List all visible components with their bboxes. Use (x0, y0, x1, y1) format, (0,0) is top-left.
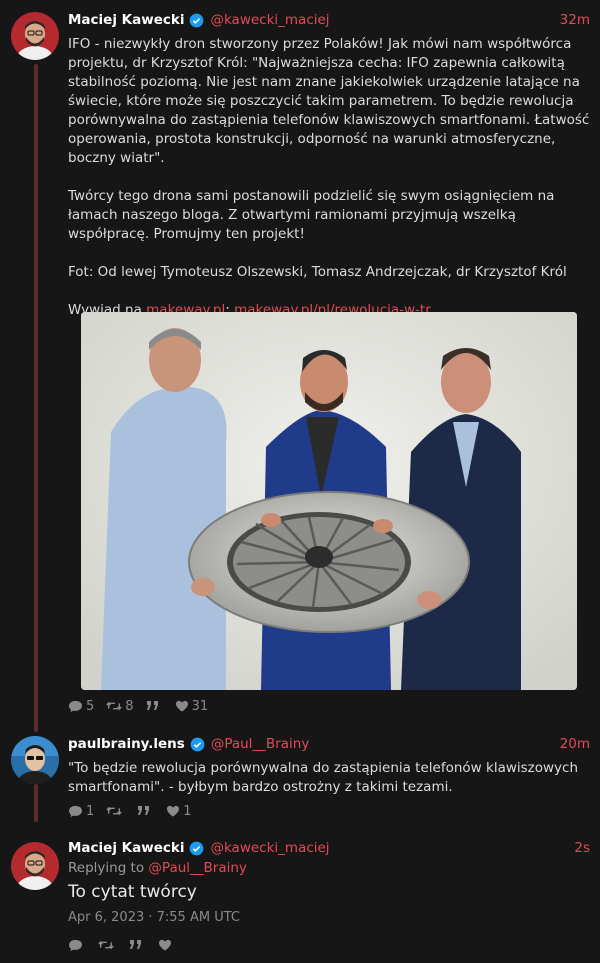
tweet-stats: 1 1 (68, 801, 590, 821)
like-button[interactable]: 1 (166, 803, 192, 819)
quote-button[interactable] (137, 805, 154, 817)
author-handle[interactable]: @Paul__Brainy (211, 736, 310, 752)
avatar[interactable] (11, 12, 59, 60)
retweet-button[interactable] (98, 939, 117, 951)
tweet-header: Maciej Kawecki @kawecki_maciej 2s (68, 838, 590, 858)
tweet-header: paulbrainy.lens @Paul__Brainy 20m (68, 734, 590, 754)
reply-count: 5 (86, 698, 95, 714)
tweet-photo[interactable] (81, 312, 577, 690)
comment-icon (69, 939, 82, 951)
reply-button[interactable]: 1 (68, 804, 94, 819)
heart-icon (175, 700, 188, 712)
tweet-main: Maciej Kawecki @kawecki_maciej 32m IFO -… (0, 0, 600, 730)
quote-icon (130, 940, 141, 949)
tweet-text: IFO - niezwykły dron stworzony przez Pol… (68, 36, 590, 280)
retweet-button[interactable]: 8 (106, 698, 134, 714)
heart-icon (159, 939, 171, 951)
tweet-reply-focused: Maciej Kawecki @kawecki_maciej 2s Replyi… (0, 830, 600, 963)
reply-count: 1 (86, 803, 95, 819)
verified-badge-icon (190, 13, 204, 27)
like-button[interactable] (158, 939, 175, 951)
retweet-button[interactable] (106, 805, 125, 817)
author-name[interactable]: Maciej Kawecki (68, 12, 184, 28)
heart-icon (167, 805, 180, 817)
tweet-text: To cytat twórcy (68, 882, 197, 902)
replying-to: Replying to @Paul__Brainy (68, 858, 590, 878)
author-handle[interactable]: @kawecki_maciej (210, 840, 329, 856)
author-name[interactable]: paulbrainy.lens (68, 736, 185, 752)
comment-icon (69, 805, 82, 817)
tweet-text: "To będzie rewolucja porównywalna do zas… (68, 760, 583, 795)
avatar[interactable] (11, 842, 59, 890)
tweet-reply: paulbrainy.lens @Paul__Brainy 20m "To bę… (0, 730, 600, 830)
avatar[interactable] (11, 736, 59, 784)
quote-icon (146, 701, 158, 710)
tweet-time[interactable]: 32m (560, 12, 590, 28)
retweet-count: 8 (125, 698, 134, 714)
comment-icon (69, 700, 82, 712)
like-button[interactable]: 31 (175, 698, 209, 714)
retweet-icon (106, 701, 122, 711)
tweet-time[interactable]: 20m (560, 736, 590, 752)
replying-to-handle[interactable]: @Paul__Brainy (148, 860, 247, 876)
tweet-header: Maciej Kawecki @kawecki_maciej 32m (68, 10, 590, 30)
quote-button[interactable] (146, 700, 163, 712)
retweet-icon (106, 806, 122, 816)
verified-badge-icon (190, 841, 204, 855)
reply-button[interactable]: 5 (68, 699, 94, 714)
replying-prefix: Replying to (68, 860, 149, 876)
quote-button[interactable] (129, 939, 146, 951)
tweet-stats (68, 935, 590, 955)
author-name[interactable]: Maciej Kawecki (68, 840, 184, 856)
tweet-time[interactable]: 2s (574, 840, 590, 856)
reply-button[interactable] (68, 939, 86, 952)
like-count: 1 (183, 803, 192, 819)
quote-icon (138, 806, 150, 815)
author-handle[interactable]: @kawecki_maciej (210, 12, 329, 28)
like-count: 31 (191, 698, 209, 714)
retweet-icon (98, 940, 114, 950)
tweet-date[interactable]: Apr 6, 2023 · 7:55 AM UTC (68, 908, 590, 928)
verified-badge-icon (190, 737, 205, 751)
tweet-stats: 5 8 31 (68, 696, 220, 716)
